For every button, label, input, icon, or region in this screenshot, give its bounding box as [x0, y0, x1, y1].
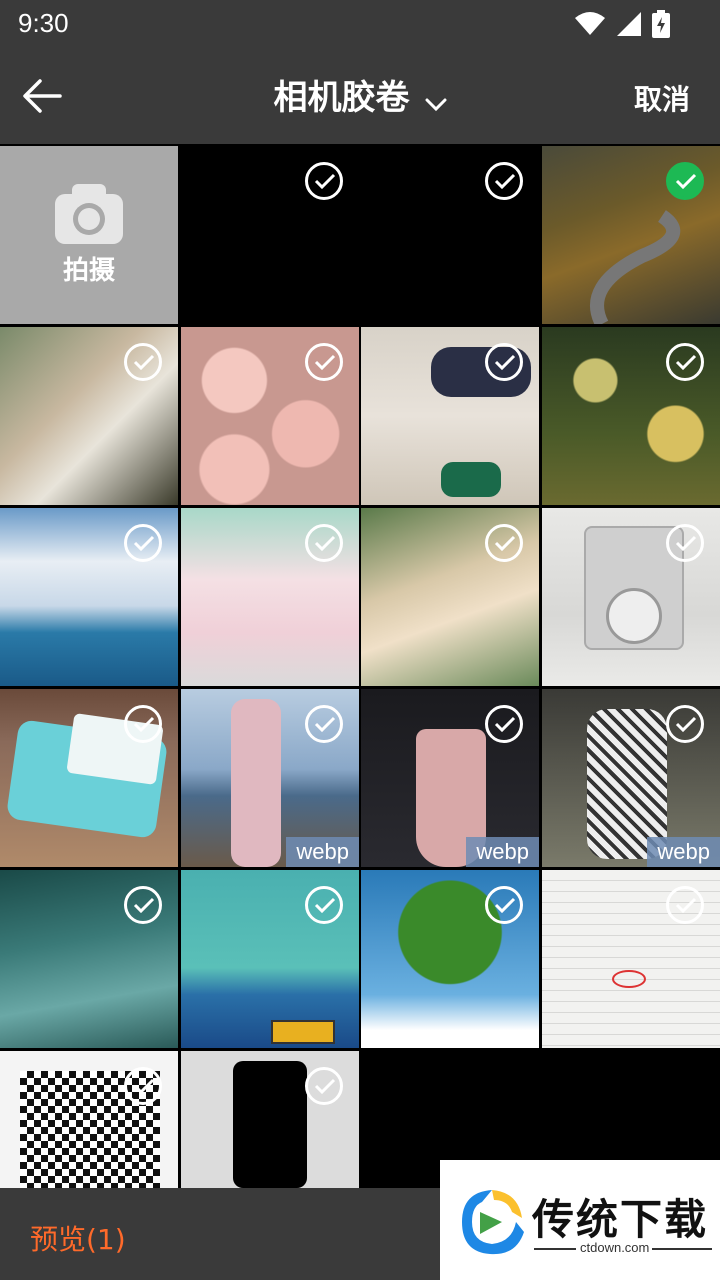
- photo-cell[interactable]: [0, 870, 178, 1048]
- select-checkbox[interactable]: [485, 343, 523, 381]
- select-checkbox[interactable]: [124, 343, 162, 381]
- watermark: 传统下载 ctdown.com: [440, 1160, 720, 1280]
- watermark-url: ctdown.com: [580, 1240, 650, 1255]
- format-badge: webp: [286, 837, 359, 867]
- status-icons: [574, 10, 670, 38]
- cancel-button[interactable]: 取消: [634, 78, 690, 118]
- select-checkbox[interactable]: [305, 524, 343, 562]
- photo-cell[interactable]: webp: [181, 689, 359, 867]
- select-checkbox[interactable]: [666, 524, 704, 562]
- photo-cell[interactable]: [361, 508, 539, 686]
- photo-cell[interactable]: [0, 689, 178, 867]
- select-checkbox[interactable]: [485, 162, 523, 200]
- photo-cell[interactable]: [0, 508, 178, 686]
- format-badge: webp: [647, 837, 720, 867]
- preview-button[interactable]: 预览(1): [30, 1218, 126, 1258]
- select-checkbox[interactable]: [666, 705, 704, 743]
- photo-cell[interactable]: [361, 327, 539, 505]
- select-checkbox[interactable]: [305, 162, 343, 200]
- title-bar: 相机胶卷 取消: [0, 48, 720, 144]
- photo-cell[interactable]: webp: [361, 689, 539, 867]
- photo-cell[interactable]: [181, 870, 359, 1048]
- camera-tile-label: 拍摄: [62, 256, 115, 286]
- photo-cell[interactable]: [361, 146, 539, 324]
- select-checkbox[interactable]: [305, 886, 343, 924]
- photo-cell[interactable]: [181, 146, 359, 324]
- format-badge: webp: [466, 837, 539, 867]
- photo-cell[interactable]: [542, 508, 720, 686]
- select-checkbox[interactable]: [305, 343, 343, 381]
- photo-cell[interactable]: [0, 1051, 178, 1188]
- album-title: 相机胶卷: [273, 78, 410, 118]
- photo-cell[interactable]: [542, 327, 720, 505]
- wifi-icon: [575, 12, 605, 35]
- photo-cell[interactable]: webp: [542, 689, 720, 867]
- select-checkbox[interactable]: [305, 1067, 343, 1105]
- photo-cell[interactable]: [542, 146, 720, 324]
- select-checkbox[interactable]: [485, 886, 523, 924]
- photo-cell[interactable]: [0, 327, 178, 505]
- signal-icon: [617, 12, 641, 36]
- status-time: 9:30: [18, 8, 69, 38]
- photo-grid: 拍摄 webp webp webp: [0, 146, 720, 1188]
- photo-cell[interactable]: [361, 870, 539, 1048]
- status-bar: 9:30: [0, 0, 720, 48]
- battery-icon: [652, 10, 670, 38]
- camera-tile[interactable]: 拍摄: [0, 146, 178, 324]
- watermark-logo-icon: [462, 1190, 524, 1255]
- watermark-title: 传统下载: [532, 1195, 709, 1244]
- select-checkbox-checked[interactable]: [666, 162, 704, 200]
- chevron-down-icon: [425, 98, 447, 111]
- select-checkbox[interactable]: [305, 705, 343, 743]
- select-checkbox[interactable]: [124, 524, 162, 562]
- photo-cell[interactable]: [181, 508, 359, 686]
- album-selector[interactable]: 相机胶卷: [0, 70, 720, 119]
- select-checkbox[interactable]: [485, 524, 523, 562]
- select-checkbox[interactable]: [124, 705, 162, 743]
- photo-cell[interactable]: [542, 870, 720, 1048]
- photo-cell[interactable]: [181, 1051, 359, 1188]
- select-checkbox[interactable]: [124, 1067, 162, 1105]
- select-checkbox[interactable]: [124, 886, 162, 924]
- select-checkbox[interactable]: [666, 886, 704, 924]
- select-checkbox[interactable]: [485, 705, 523, 743]
- select-checkbox[interactable]: [666, 343, 704, 381]
- photo-cell[interactable]: [181, 327, 359, 505]
